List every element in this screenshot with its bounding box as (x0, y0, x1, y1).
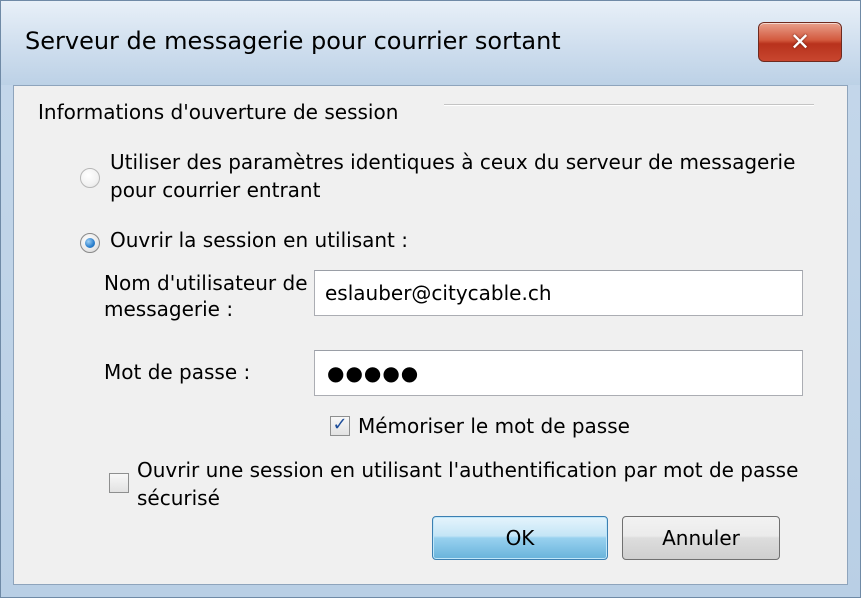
group-label: Informations d'ouverture de session (38, 100, 399, 124)
title-bar[interactable]: Serveur de messagerie pour courrier sort… (1, 1, 860, 85)
password-input[interactable]: ●●●●● (314, 350, 803, 396)
username-label: Nom d'utilisateur de messagerie : (104, 271, 308, 321)
group-divider (444, 104, 814, 106)
secure-auth-checkbox[interactable] (109, 473, 129, 493)
password-label: Mot de passe : (104, 360, 251, 384)
dialog-content: Informations d'ouverture de session Util… (13, 85, 848, 585)
remember-password-label[interactable]: Mémoriser le mot de passe (358, 414, 630, 438)
close-button[interactable]: ✕ (758, 22, 842, 62)
secure-auth-label[interactable]: Ouvrir une session en utilisant l'authen… (137, 456, 837, 512)
close-icon: ✕ (789, 28, 811, 56)
remember-password-checkbox[interactable]: ✓ (330, 414, 350, 436)
logon-using-radio[interactable] (80, 233, 100, 253)
same-settings-label[interactable]: Utiliser des paramètres identiques à ceu… (110, 148, 830, 204)
cancel-button[interactable]: Annuler (622, 516, 780, 560)
radio-selected-dot (85, 238, 95, 248)
username-value: eslauber@citycable.ch (325, 281, 552, 305)
checkmark-icon: ✓ (332, 414, 348, 435)
dialog-window: Serveur de messagerie pour courrier sort… (0, 0, 861, 598)
dialog-title: Serveur de messagerie pour courrier sort… (25, 27, 561, 55)
ok-button[interactable]: OK (432, 516, 608, 560)
logon-using-label[interactable]: Ouvrir la session en utilisant : (110, 228, 408, 252)
same-settings-radio[interactable] (80, 168, 100, 188)
username-input[interactable]: eslauber@citycable.ch (314, 270, 803, 316)
password-mask: ●●●●● (327, 361, 420, 385)
